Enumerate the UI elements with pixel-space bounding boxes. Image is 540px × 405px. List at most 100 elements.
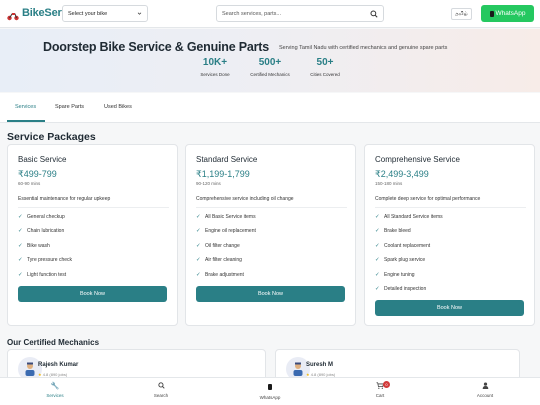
- check-icon: ✓: [18, 271, 23, 278]
- book-now-button[interactable]: Book Now: [196, 286, 345, 302]
- feature-list: ✓ All Basic Service items ✓ Engine oil rep…: [196, 214, 256, 286]
- feature-list: ✓ All Standard Service items ✓ Brake bleed…: [375, 214, 443, 300]
- check-icon: ✓: [375, 257, 380, 264]
- package-name: Standard Service: [196, 155, 258, 164]
- chevron-down-icon: [137, 12, 142, 15]
- top-header: BikeServ Select your bike Search service…: [0, 0, 540, 28]
- mechanic-icon: [293, 362, 303, 376]
- check-icon: ✓: [196, 271, 201, 278]
- package-description: Comprehensive service including oil chan…: [196, 196, 294, 202]
- hero-subtitle: Serving Tamil Nadu with certified mechan…: [279, 45, 448, 51]
- feature-item: ✓ Tyre pressure check: [18, 257, 73, 264]
- feature-item: ✓ Brake adjustment: [196, 271, 244, 278]
- check-icon: ✓: [196, 228, 201, 235]
- language-toggle-button[interactable]: தமிழ்: [451, 8, 472, 20]
- section-title: Service Packages: [7, 131, 96, 143]
- nav-cart[interactable]: 0 Cart: [350, 381, 410, 398]
- stat-label: Certified Mechanics: [250, 72, 290, 77]
- mechanic-name: Suresh M: [306, 362, 334, 368]
- phone-icon: [489, 10, 494, 17]
- book-now-button[interactable]: Book Now: [375, 300, 524, 316]
- bike-select-value: Select your bike: [68, 10, 108, 17]
- feature-item: ✓ Oil filter change: [196, 242, 240, 249]
- tab-services[interactable]: Services: [15, 104, 36, 110]
- feature-item: ✓ Spark plug service: [375, 257, 426, 264]
- cart-count-badge: 0: [383, 381, 390, 388]
- active-tab-indicator: [7, 120, 45, 122]
- check-icon: ✓: [18, 228, 23, 235]
- feature-item: ✓ Light function test: [18, 271, 67, 278]
- stat-number: 10K+: [202, 57, 228, 68]
- logo-text: BikeServ: [22, 7, 68, 19]
- mechanic-name: Rajesh Kumar: [38, 362, 79, 368]
- feature-item: ✓ Bike wash: [18, 242, 50, 249]
- package-duration: 150-180 mins: [375, 181, 403, 186]
- package-price: ₹499-799: [18, 169, 57, 179]
- feature-item: ✓ Engine oil replacement: [196, 228, 256, 235]
- divider: [375, 207, 526, 208]
- mechanics-title: Our Certified Mechanics: [7, 338, 100, 347]
- nav-services[interactable]: 🔧 Services: [25, 382, 85, 398]
- feature-item: ✓ All Standard Service items: [375, 214, 443, 220]
- stat-services: 10K+ Services Done: [185, 57, 245, 77]
- search-icon: [131, 382, 191, 391]
- mechanic-icon: [25, 362, 35, 376]
- tab-used-bikes[interactable]: Used Bikes: [104, 104, 132, 110]
- stat-number: 50+: [316, 57, 334, 68]
- package-duration: 60-90 mins: [18, 181, 41, 186]
- stat-cities: 50+ Cities Covered: [295, 57, 355, 77]
- check-icon: ✓: [18, 242, 23, 249]
- nav-whatsapp[interactable]: WhatsApp: [240, 384, 300, 400]
- whatsapp-label: WhatsApp: [495, 10, 526, 17]
- search-input[interactable]: Search services, parts...: [216, 5, 384, 22]
- feature-item: ✓ Chain lubrication: [18, 228, 65, 235]
- check-icon: ✓: [196, 214, 201, 220]
- package-card-basic: Basic Service ₹499-799 60-90 mins Essent…: [7, 144, 178, 326]
- package-name: Basic Service: [18, 155, 67, 164]
- feature-list: ✓ General checkup ✓ Chain lubrication ✓ Bik…: [18, 214, 72, 286]
- book-now-button[interactable]: Book Now: [18, 286, 167, 302]
- package-price: ₹2,499-3,499: [375, 169, 429, 179]
- check-icon: ✓: [375, 271, 380, 278]
- feature-item: ✓ Engine tuning: [375, 271, 415, 278]
- logo[interactable]: BikeServ: [7, 7, 68, 21]
- divider: [196, 207, 347, 208]
- stat-mechanics: 500+ Certified Mechanics: [240, 57, 300, 77]
- package-card-standard: Standard Service ₹1,199-1,799 90-120 min…: [185, 144, 356, 326]
- feature-item: ✓ General checkup: [18, 214, 65, 220]
- package-description: Complete deep service for optimal perfor…: [375, 196, 481, 202]
- check-icon: ✓: [375, 214, 380, 220]
- feature-item: ✓ Detailed inspection: [375, 285, 427, 292]
- nav-account[interactable]: Account: [455, 382, 515, 398]
- category-tabs: Services Spare Parts Used Bikes: [0, 93, 540, 123]
- feature-item: ✓ Brake bleed: [375, 228, 411, 235]
- check-icon: ✓: [18, 257, 23, 264]
- cart-icon: [350, 382, 410, 391]
- hero-title: Doorstep Bike Service & Genuine Parts: [43, 40, 270, 54]
- tab-spare-parts[interactable]: Spare Parts: [55, 104, 84, 110]
- package-name: Comprehensive Service: [375, 155, 460, 164]
- check-icon: ✓: [18, 214, 23, 220]
- motorcycle-icon: [7, 8, 19, 21]
- search-placeholder: Search services, parts...: [222, 11, 281, 17]
- whatsapp-button[interactable]: WhatsApp: [481, 5, 534, 22]
- bike-select-dropdown[interactable]: Select your bike: [62, 5, 148, 22]
- bottom-navigation: 🔧 Services Search WhatsApp 0 Cart Accoun…: [0, 377, 540, 405]
- check-icon: ✓: [375, 285, 380, 292]
- check-icon: ✓: [196, 242, 201, 249]
- stat-label: Services Done: [200, 72, 230, 77]
- hero-banner: Doorstep Bike Service & Genuine Parts Se…: [0, 29, 540, 92]
- phone-icon: [240, 384, 300, 393]
- package-description: Essential maintenance for regular upkeep: [18, 196, 111, 202]
- stat-label: Cities Covered: [310, 72, 340, 77]
- stat-number: 500+: [258, 57, 282, 68]
- feature-item: ✓ Air filter cleaning: [196, 257, 242, 264]
- search-icon[interactable]: [370, 10, 378, 18]
- wrench-icon: 🔧: [50, 383, 60, 390]
- check-icon: ✓: [196, 257, 201, 264]
- feature-item: ✓ All Basic Service items: [196, 214, 256, 220]
- check-icon: ✓: [375, 228, 380, 235]
- nav-search[interactable]: Search: [131, 382, 191, 398]
- divider: [18, 207, 169, 208]
- feature-item: ✓ Coolant replacement: [375, 242, 431, 249]
